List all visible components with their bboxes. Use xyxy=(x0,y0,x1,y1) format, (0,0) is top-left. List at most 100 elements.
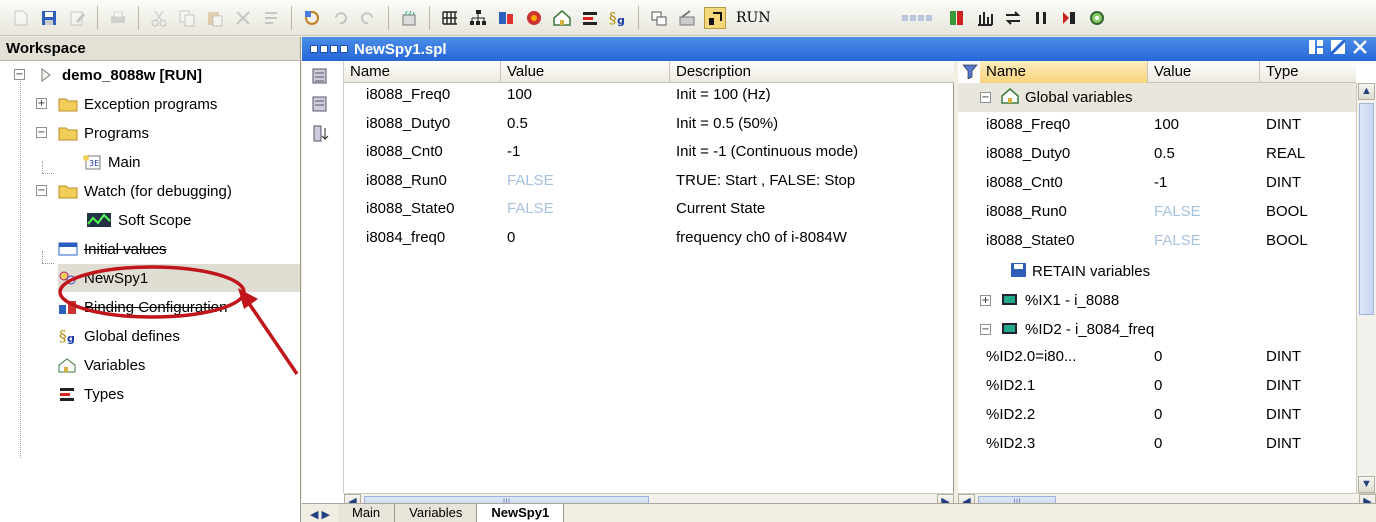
spy-row-name[interactable]: i8088_Cnt0 xyxy=(366,143,443,170)
variable-row-type[interactable]: DINT xyxy=(1266,406,1301,433)
add-variable-icon[interactable] xyxy=(311,67,329,89)
spy-row-value[interactable]: FALSE xyxy=(507,172,554,199)
column-header-name[interactable]: Name xyxy=(344,61,501,83)
collapse-toggle[interactable]: − xyxy=(980,92,991,103)
save-icon[interactable] xyxy=(38,7,60,29)
timing-icon[interactable] xyxy=(974,7,996,29)
spy-row-value[interactable]: -1 xyxy=(507,143,520,170)
tab-variables[interactable]: Variables xyxy=(395,504,478,522)
variable-row-type[interactable]: DINT xyxy=(1266,116,1301,143)
variable-row-name[interactable]: i8088_Freq0 xyxy=(986,116,1070,143)
filter-icon[interactable] xyxy=(962,63,978,83)
column-header-value[interactable]: Value xyxy=(501,61,670,83)
connect-icon[interactable] xyxy=(676,7,698,29)
variable-row-type[interactable]: DINT xyxy=(1266,348,1301,375)
spy-row-description[interactable]: Init = 100 (Hz) xyxy=(676,86,771,113)
collapse-toggle[interactable]: − xyxy=(980,324,991,335)
scroll-thumb[interactable] xyxy=(1359,103,1374,315)
tab-newspy1[interactable]: NewSpy1 xyxy=(477,504,565,522)
variable-row-type[interactable]: DINT xyxy=(1266,435,1301,462)
copy-icon[interactable] xyxy=(176,7,198,29)
hierarchy-icon[interactable] xyxy=(467,7,489,29)
tab-scroll-arrows-icon[interactable]: ◀ ▶ xyxy=(302,507,338,522)
cycle-icon[interactable] xyxy=(946,7,968,29)
scroll-up-icon[interactable]: ▲ xyxy=(1358,83,1375,100)
expand-toggle[interactable]: + xyxy=(980,295,991,306)
column-header-value[interactable]: Value xyxy=(1148,61,1260,83)
spy-row-name[interactable]: i8088_Run0 xyxy=(366,172,447,199)
variable-row-name[interactable]: %ID2.0=i80... xyxy=(986,348,1076,375)
remove-variable-icon[interactable] xyxy=(311,95,329,117)
variable-row-name[interactable]: %ID2.2 xyxy=(986,406,1035,433)
tab-main[interactable]: Main xyxy=(337,504,396,522)
spy-row-description[interactable]: TRUE: Start , FALSE: Stop xyxy=(676,172,855,199)
spy-row-description[interactable]: frequency ch0 of i-8084W xyxy=(676,229,847,256)
settings-icon[interactable] xyxy=(1086,7,1108,29)
spy-row-description[interactable]: Current State xyxy=(676,200,765,227)
spy-row-name[interactable]: i8084_freq0 xyxy=(366,229,445,256)
spy-row-value[interactable]: 0 xyxy=(507,229,515,256)
variable-row-type[interactable]: DINT xyxy=(1266,174,1301,201)
debug-mode-icon[interactable] xyxy=(704,6,726,29)
close-icon[interactable] xyxy=(1352,39,1368,59)
scroll-down-icon[interactable]: ▼ xyxy=(1358,476,1375,493)
redo-icon[interactable] xyxy=(357,7,379,29)
variable-row-value[interactable]: 0 xyxy=(1154,377,1162,404)
compile-icon[interactable] xyxy=(301,7,323,29)
spy-row-description[interactable]: Init = -1 (Continuous mode) xyxy=(676,143,858,170)
global-defines-icon[interactable]: § g xyxy=(607,7,629,29)
clear-icon[interactable] xyxy=(260,7,282,29)
variable-row-type[interactable]: BOOL xyxy=(1266,203,1308,230)
spy-row-value[interactable]: 0.5 xyxy=(507,115,528,142)
variable-row-value[interactable]: 0 xyxy=(1154,406,1162,433)
resize-icon[interactable] xyxy=(1329,38,1347,59)
variable-row-name[interactable]: %ID2.3 xyxy=(986,435,1035,462)
variables-vertical-scrollbar[interactable]: ▲ ▼ xyxy=(1356,83,1376,493)
group-id2[interactable]: − %ID2 - i_8084_freq xyxy=(958,315,1356,344)
print-icon[interactable] xyxy=(107,7,129,29)
variable-row-type[interactable]: DINT xyxy=(1266,377,1301,404)
spy-row-name[interactable]: i8088_Duty0 xyxy=(366,115,450,142)
step-icon[interactable] xyxy=(1058,7,1080,29)
variable-row-name[interactable]: i8088_Run0 xyxy=(986,203,1067,230)
spy-row-name[interactable]: i8088_State0 xyxy=(366,200,454,227)
parameters-icon[interactable] xyxy=(523,7,545,29)
pause-icon[interactable] xyxy=(1030,7,1052,29)
variable-row-value[interactable]: FALSE xyxy=(1154,232,1201,259)
column-header-type[interactable]: Type xyxy=(1260,61,1356,83)
cut-icon[interactable] xyxy=(148,7,170,29)
edit-icon[interactable] xyxy=(66,7,88,29)
paste-icon[interactable] xyxy=(204,7,226,29)
variable-row-type[interactable]: BOOL xyxy=(1266,232,1308,259)
swap-icon[interactable] xyxy=(1002,7,1024,29)
undo-icon[interactable] xyxy=(329,7,351,29)
variable-row-value[interactable]: -1 xyxy=(1154,174,1167,201)
group-ix1[interactable]: + %IX1 - i_8088 xyxy=(958,286,1356,315)
dictionary-icon[interactable] xyxy=(439,7,461,29)
variable-row-name[interactable]: i8088_State0 xyxy=(986,232,1074,259)
variable-row-name[interactable]: %ID2.1 xyxy=(986,377,1035,404)
sort-icon[interactable] xyxy=(313,125,329,147)
column-header-description[interactable]: Description xyxy=(670,61,954,83)
window-icon[interactable] xyxy=(648,7,670,29)
variable-row-name[interactable]: i8088_Duty0 xyxy=(986,145,1070,172)
spy-row-value[interactable]: FALSE xyxy=(507,200,554,227)
new-file-icon[interactable] xyxy=(10,7,32,29)
io-wiring-icon[interactable] xyxy=(495,7,517,29)
group-retain-variables[interactable]: RETAIN variables xyxy=(958,257,1356,286)
spy-row-value[interactable]: 100 xyxy=(507,86,532,113)
spy-row-description[interactable]: Init = 0.5 (50%) xyxy=(676,115,778,142)
variable-row-value[interactable]: 0.5 xyxy=(1154,145,1175,172)
delete-icon[interactable] xyxy=(232,7,254,29)
variable-row-type[interactable]: REAL xyxy=(1266,145,1305,172)
group-global-variables[interactable]: − Global variables xyxy=(958,83,1356,112)
home-icon[interactable] xyxy=(551,7,573,29)
variable-row-value[interactable]: 100 xyxy=(1154,116,1179,143)
variable-row-value[interactable]: 0 xyxy=(1154,348,1162,375)
spy-row-name[interactable]: i8088_Freq0 xyxy=(366,86,450,113)
build-icon[interactable] xyxy=(398,7,420,29)
variable-row-value[interactable]: FALSE xyxy=(1154,203,1201,230)
variable-row-value[interactable]: 0 xyxy=(1154,435,1162,462)
types-icon[interactable] xyxy=(579,7,601,29)
variable-row-name[interactable]: i8088_Cnt0 xyxy=(986,174,1063,201)
